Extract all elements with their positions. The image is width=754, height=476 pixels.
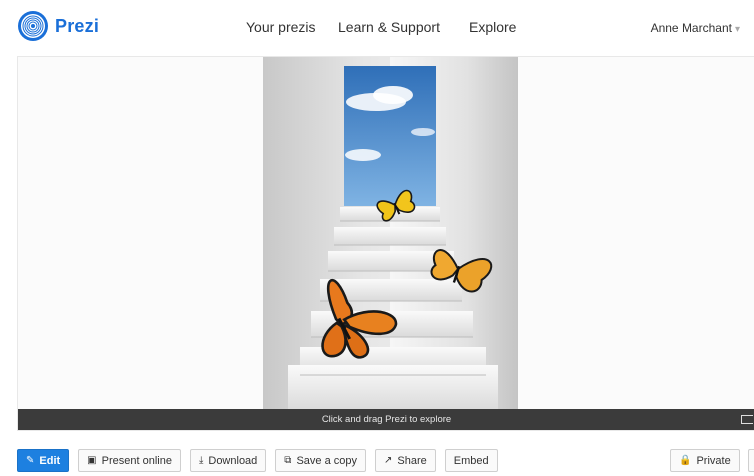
- download-button[interactable]: ⤓ Download: [189, 449, 267, 472]
- save-copy-label: Save a copy: [296, 454, 357, 467]
- pencil-icon: ✎: [26, 455, 35, 466]
- edit-button[interactable]: ✎ Edit: [17, 449, 70, 472]
- share-label: Share: [397, 454, 427, 467]
- delete-button[interactable]: 🗑: [747, 449, 754, 472]
- user-name: Anne Marchant: [650, 21, 732, 35]
- nav-learn-support[interactable]: Learn & Support: [338, 19, 440, 35]
- prezi-privacy-toolbar: 🔒 Private 🗑: [670, 449, 754, 472]
- embed-button[interactable]: Embed: [444, 449, 498, 472]
- brand-name: Prezi: [55, 15, 100, 36]
- explore-hint-text: Click and drag Prezi to explore: [321, 414, 452, 425]
- caret-down-icon: ▾: [734, 24, 740, 35]
- share-icon: ↗: [383, 455, 393, 466]
- private-label: Private: [696, 454, 731, 467]
- prezi-canvas[interactable]: [18, 57, 754, 411]
- prezi-logo[interactable]: Prezi: [17, 10, 99, 42]
- edit-label: Edit: [39, 454, 61, 467]
- download-icon: ⤓: [198, 455, 204, 466]
- user-menu[interactable]: Anne Marchant ▾: [651, 21, 740, 35]
- present-online-button[interactable]: ▣ Present online: [78, 449, 181, 472]
- nav-explore[interactable]: Explore: [469, 19, 516, 35]
- prezi-logo-icon: [18, 11, 48, 41]
- fullscreen-icon[interactable]: [741, 415, 753, 424]
- explore-hint-bar: Click and drag Prezi to explore: [18, 409, 754, 430]
- prezi-viewer[interactable]: Click and drag Prezi to explore: [17, 56, 754, 431]
- download-label: Download: [208, 454, 258, 467]
- share-button[interactable]: ↗ Share: [374, 449, 436, 472]
- slide-illustration: [263, 57, 518, 411]
- copy-icon: ⧉: [284, 455, 292, 466]
- lock-icon: 🔒: [679, 455, 692, 466]
- presentation-icon: ▣: [87, 455, 97, 466]
- private-button[interactable]: 🔒 Private: [670, 449, 740, 472]
- save-copy-button[interactable]: ⧉ Save a copy: [275, 449, 366, 472]
- prezi-action-toolbar: ✎ Edit ▣ Present online ⤓ Download ⧉ Sav…: [17, 449, 498, 472]
- nav-your-prezis[interactable]: Your prezis: [246, 19, 316, 35]
- present-online-label: Present online: [101, 454, 172, 467]
- top-header: Prezi Your prezis Learn & Support Explor…: [0, 0, 754, 56]
- embed-label: Embed: [453, 454, 489, 467]
